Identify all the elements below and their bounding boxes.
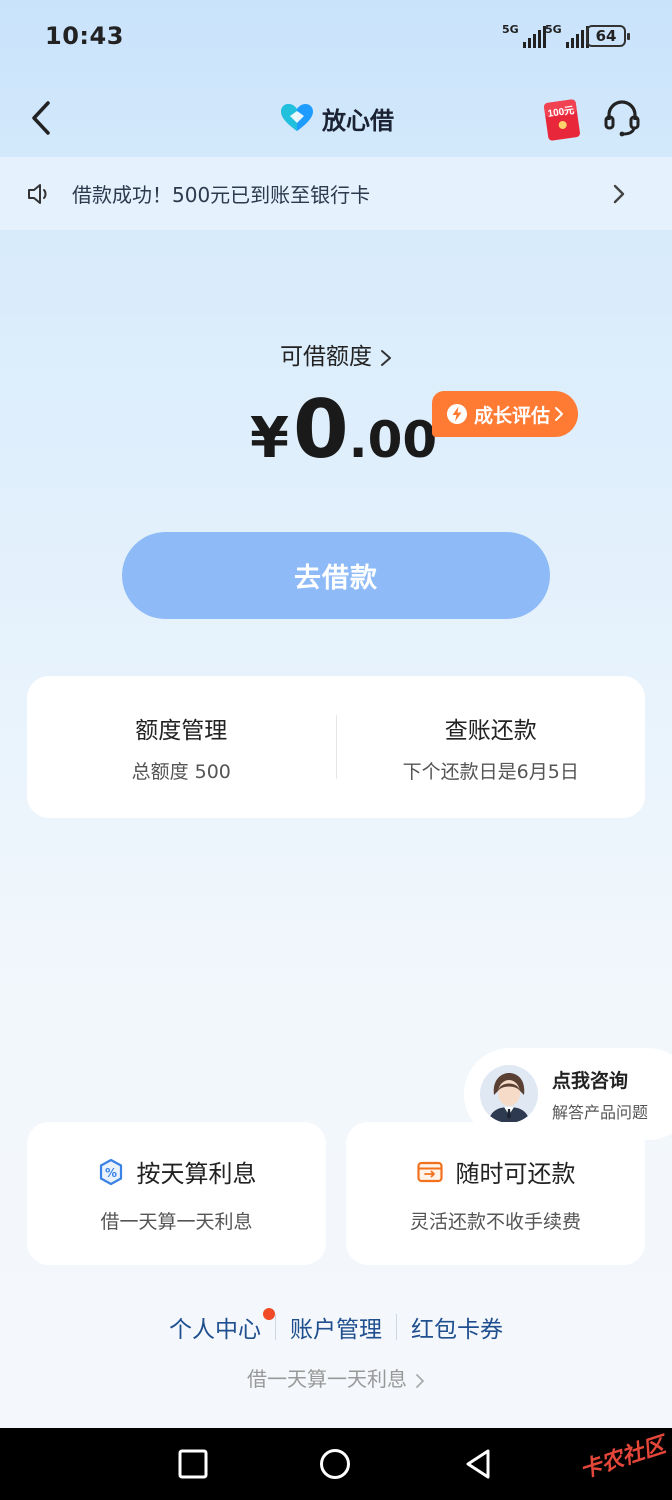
chevron-right-icon — [381, 349, 391, 366]
back-arrow-icon[interactable] — [24, 98, 64, 138]
notice-text: 借款成功！500元已到账至银行卡 — [72, 183, 371, 207]
personal-center-label: 个人中心 — [169, 1317, 261, 1343]
available-credit-label[interactable]: 可借额度 — [0, 337, 672, 371]
watermark: 卡农社区 — [577, 1432, 669, 1484]
available-credit-text: 可借额度 — [280, 344, 372, 370]
chevron-right-icon — [416, 1373, 424, 1388]
notice-bar[interactable]: 借款成功！500元已到账至银行卡 — [0, 157, 672, 230]
svg-text:%: % — [104, 1166, 116, 1180]
bill-repayment-title: 查账还款 — [444, 717, 537, 744]
signal-strength-icon: 5G — [502, 24, 546, 48]
feature-title: 随时可还款 — [455, 1160, 576, 1188]
battery-icon: 64 — [586, 25, 630, 47]
customer-service-headset-icon[interactable] — [602, 98, 642, 138]
currency-symbol: ¥ — [250, 406, 289, 471]
heart-logo-icon — [281, 104, 313, 131]
back-triangle-icon[interactable] — [462, 1448, 494, 1480]
credit-limit-management[interactable]: 额度管理 总额度 500 — [27, 711, 336, 784]
growth-assessment-badge[interactable]: 成长评估 — [432, 391, 578, 437]
red-envelope-coupon-icon[interactable]: 100元 — [543, 98, 581, 142]
borrow-button[interactable]: 去借款 — [122, 532, 550, 619]
recent-apps-icon[interactable] — [177, 1448, 209, 1480]
network-type-label: 5G — [545, 23, 562, 36]
consult-subtitle: 解答产品问题 — [552, 1102, 649, 1122]
page-title: 放心借 — [322, 106, 394, 135]
available-amount: ¥ 0 .00 — [250, 385, 437, 475]
feature-card-daily-interest[interactable]: % 按天算利息 借一天算一天利息 — [27, 1122, 326, 1265]
status-time: 10:43 — [45, 22, 124, 50]
system-navigation-bar: 卡农社区 — [0, 1428, 672, 1500]
wallet-card-icon — [416, 1161, 443, 1182]
network-type-label: 5G — [502, 23, 519, 36]
coupons-link[interactable]: 红包卡券 — [397, 1310, 517, 1344]
agent-avatar — [480, 1065, 538, 1123]
percent-shield-icon: % — [99, 1158, 122, 1185]
growth-badge-label: 成长评估 — [473, 404, 550, 427]
feature-card-flexible-repay[interactable]: 随时可还款 灵活还款不收手续费 — [346, 1122, 645, 1265]
consult-title: 点我咨询 — [552, 1069, 629, 1092]
total-credit-text: 总额度 500 — [131, 760, 231, 783]
account-management-card: 额度管理 总额度 500 查账还款 下个还款日是6月5日 — [27, 676, 645, 818]
feature-subtitle: 灵活还款不收手续费 — [409, 1211, 581, 1233]
bottom-links: 个人中心 账户管理 红包卡券 — [0, 1308, 672, 1344]
lightning-icon — [446, 404, 467, 424]
feature-subtitle: 借一天算一天利息 — [100, 1211, 253, 1233]
feature-title: 按天算利息 — [136, 1160, 257, 1188]
footer-note[interactable]: 借一天算一天利息 — [0, 1363, 672, 1392]
speaker-icon — [28, 183, 47, 204]
battery-level: 64 — [595, 27, 617, 45]
home-icon[interactable] — [319, 1448, 351, 1480]
amount-decimal: .00 — [348, 411, 438, 469]
account-management-link[interactable]: 账户管理 — [276, 1310, 396, 1344]
credit-limit-title: 额度管理 — [135, 717, 228, 744]
next-repayment-date: 下个还款日是6月5日 — [402, 760, 579, 783]
signal-strength-icon: 5G — [545, 24, 589, 48]
brand-header: 放心借 — [280, 100, 394, 136]
chevron-right-icon — [613, 184, 625, 204]
bill-repayment[interactable]: 查账还款 下个还款日是6月5日 — [337, 711, 646, 784]
notification-dot — [263, 1308, 275, 1320]
personal-center-link[interactable]: 个人中心 — [155, 1308, 275, 1344]
amount-integer: 0 — [292, 383, 349, 476]
chevron-right-icon — [555, 407, 563, 421]
footer-note-text: 借一天算一天利息 — [247, 1367, 407, 1391]
